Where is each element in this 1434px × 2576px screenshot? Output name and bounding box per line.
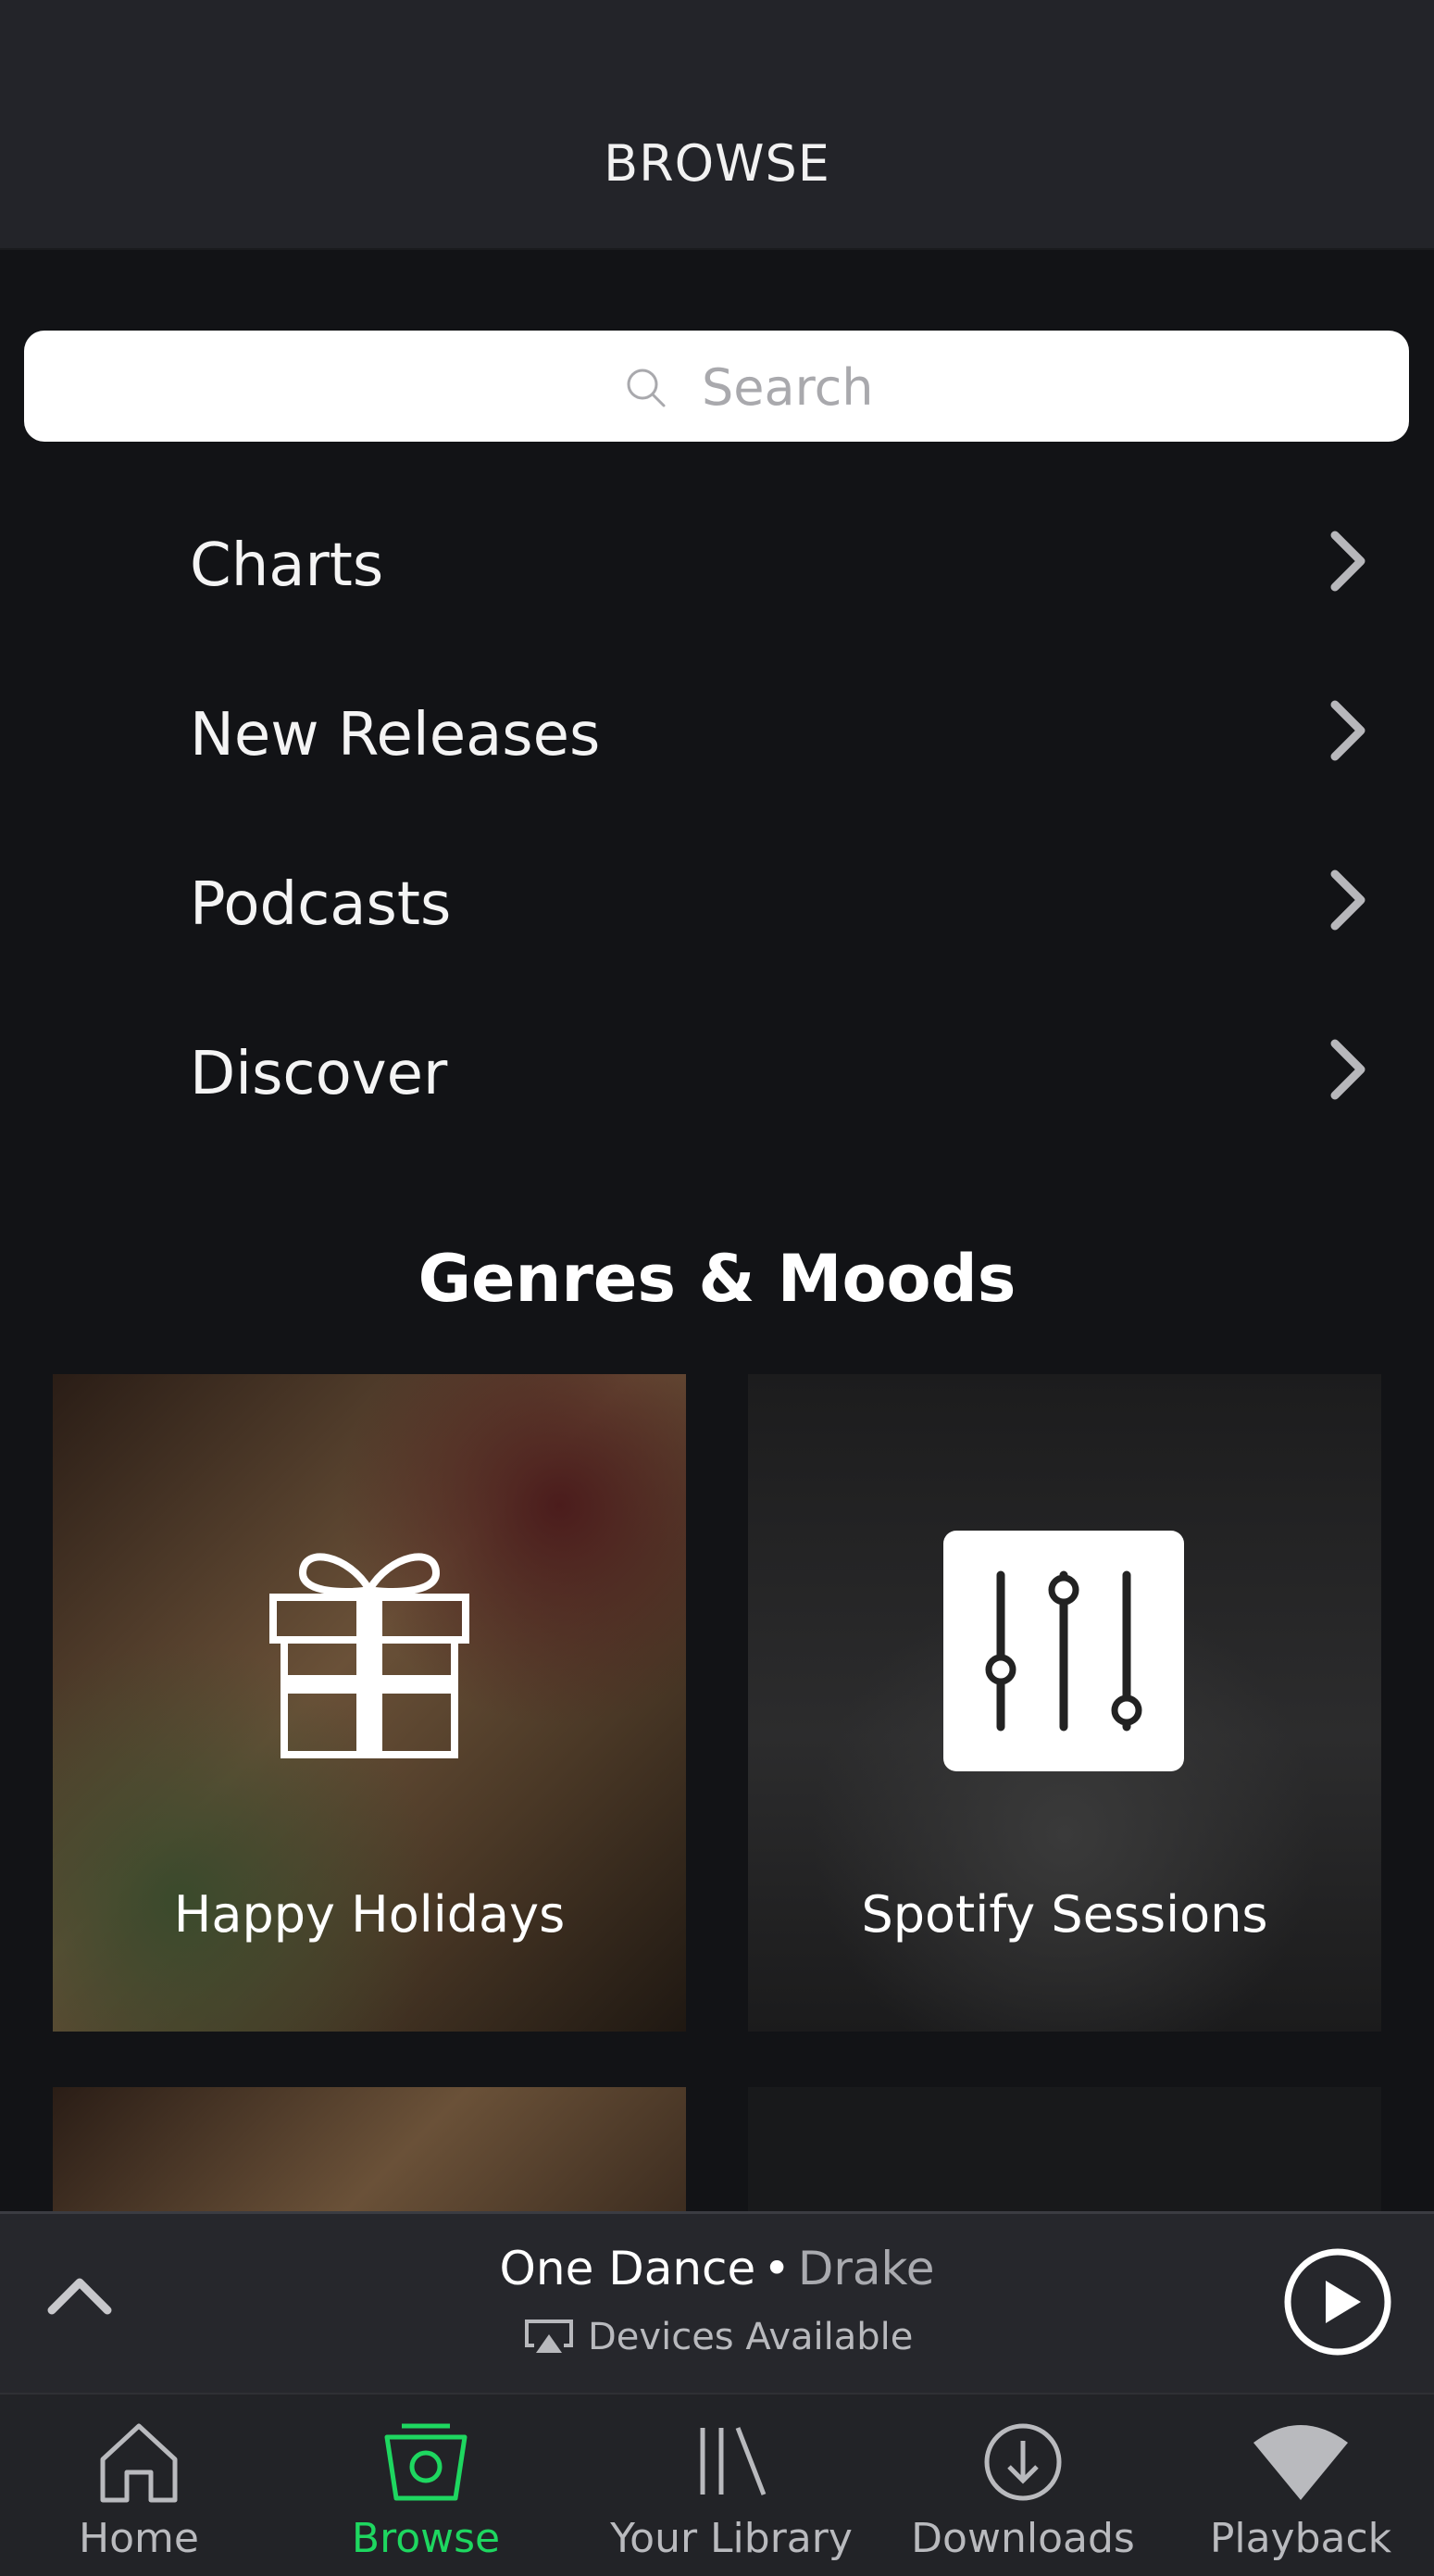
tab-browse[interactable]: Browse xyxy=(287,2395,565,2576)
top-header: BROWSE xyxy=(0,0,1434,250)
menu-item-label: Charts xyxy=(190,531,384,600)
devices-label: Devices Available xyxy=(588,2316,914,2358)
menu-item-label: Podcasts xyxy=(190,870,452,939)
devices-available[interactable]: Devices Available xyxy=(523,2316,913,2358)
search-bar[interactable]: Search xyxy=(24,331,1409,442)
browse-icon xyxy=(384,2423,468,2501)
page-title: BROWSE xyxy=(604,134,830,193)
track-artist: Drake xyxy=(797,2242,935,2295)
track-title: One Dance xyxy=(499,2242,756,2295)
tab-label: Your Library xyxy=(610,2515,853,2562)
search-icon xyxy=(627,369,666,407)
genre-tile-partial[interactable] xyxy=(748,2087,1381,2211)
genre-tile-spotify-sessions[interactable]: Spotify Sessions xyxy=(748,1374,1381,2032)
library-icon xyxy=(700,2427,767,2495)
tab-your-library[interactable]: Your Library xyxy=(592,2395,870,2576)
chevron-right-icon xyxy=(1330,1039,1365,1100)
chevron-right-icon xyxy=(1330,700,1365,761)
menu-item-label: Discover xyxy=(190,1040,448,1108)
genres-moods-heading: Genres & Moods xyxy=(418,1241,1016,1317)
playback-icon xyxy=(1253,2425,1348,2500)
chevron-right-icon xyxy=(1330,531,1365,592)
menu-item-charts[interactable]: Charts xyxy=(0,491,1434,630)
menu-item-discover[interactable]: Discover xyxy=(0,999,1434,1138)
tab-home[interactable]: Home xyxy=(0,2395,278,2576)
downloads-icon xyxy=(984,2423,1062,2501)
genre-tile-label: Happy Holidays xyxy=(173,1885,566,1944)
equalizer-icon xyxy=(943,1531,1184,1771)
track-separator: • xyxy=(763,2242,791,2295)
home-icon xyxy=(100,2423,178,2503)
menu-item-label: New Releases xyxy=(190,701,601,769)
tab-label: Playback xyxy=(1209,2515,1392,2562)
search-placeholder: Search xyxy=(702,358,874,417)
tab-downloads[interactable]: Downloads xyxy=(884,2395,1162,2576)
menu-item-new-releases[interactable]: New Releases xyxy=(0,660,1434,799)
genre-tile-happy-holidays[interactable]: Happy Holidays xyxy=(53,1374,686,2032)
gift-icon xyxy=(269,1553,469,1758)
tab-label: Home xyxy=(79,2515,199,2562)
tab-label: Downloads xyxy=(911,2515,1135,2562)
airplay-icon xyxy=(525,2320,573,2353)
bottom-tab-bar: Home Browse Your Library Downloads Playb… xyxy=(0,2393,1434,2576)
tab-playback[interactable]: Playback xyxy=(1171,2395,1430,2576)
genre-tile-partial[interactable] xyxy=(53,2087,686,2211)
tab-label: Browse xyxy=(351,2515,501,2562)
chevron-right-icon xyxy=(1330,869,1365,931)
play-button[interactable] xyxy=(1283,2247,1392,2357)
now-playing-track: One Dance • Drake xyxy=(0,2242,1434,2295)
genre-tile-label: Spotify Sessions xyxy=(861,1885,1268,1944)
now-playing-bar[interactable]: One Dance • Drake Devices Available xyxy=(0,2211,1434,2395)
menu-item-podcasts[interactable]: Podcasts xyxy=(0,830,1434,969)
